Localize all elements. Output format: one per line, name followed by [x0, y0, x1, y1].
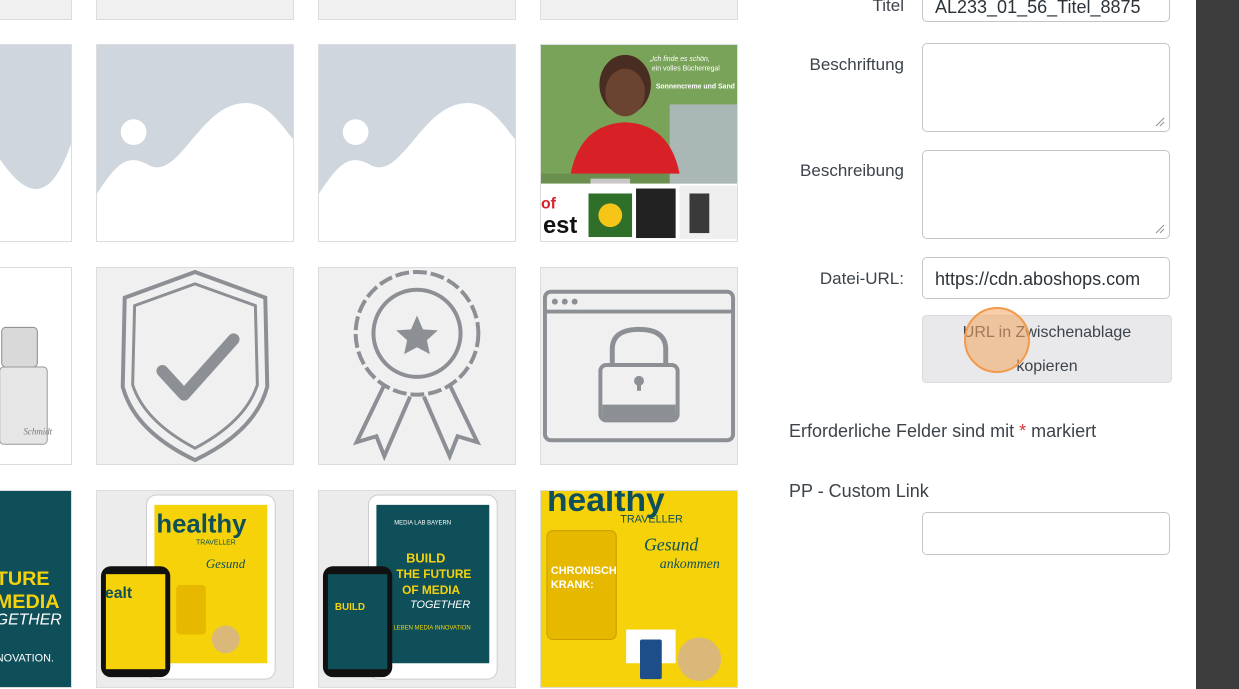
attachment-tile-award[interactable] [318, 267, 516, 465]
resize-handle-icon[interactable] [1155, 117, 1165, 127]
copy-url-button-line2: kopieren [1016, 358, 1078, 375]
custom-link-input[interactable] [922, 512, 1170, 555]
file-url-input[interactable]: https://cdn.aboshops.com [922, 257, 1170, 299]
attachment-tile-placeholder[interactable] [96, 44, 294, 242]
healthy-traveller-cover-image: healthy TRAVELLER Gesund ankommen CHRONI… [541, 491, 737, 687]
lighter-product-image: Schmidt [0, 268, 71, 464]
attachment-tile-secure-browser[interactable] [540, 267, 738, 465]
title-input-value: AL233_01_56_Titel_8875 [935, 0, 1141, 17]
required-fields-note: Erforderliche Felder sind mit * markiert [789, 421, 1096, 442]
description-label: Beschreibung [800, 161, 904, 180]
svg-text:ein volles Bücherregal: ein volles Bücherregal [652, 66, 720, 73]
svg-text:OF MEDIA: OF MEDIA [402, 583, 460, 597]
title-label: Titel [872, 0, 905, 15]
attachment-tile-lighter[interactable]: Schmidt [0, 267, 72, 465]
image-placeholder-icon [319, 45, 515, 241]
svg-text:healthy: healthy [156, 511, 247, 539]
attachment-tile[interactable] [0, 0, 72, 20]
title-input[interactable]: AL233_01_56_Titel_8875 [922, 0, 1170, 22]
modal-edge-backdrop [1196, 0, 1239, 689]
caption-textarea[interactable] [922, 43, 1170, 132]
magazine-spread-image: „Ich finde es schön, ein volles Bücherre… [541, 45, 737, 241]
attachment-tile-media-lab-ipad[interactable]: MEDIA LAB BAYERN BUILD THE FUTURE OF MED… [318, 490, 516, 688]
svg-text:TRAVELLER: TRAVELLER [620, 514, 683, 526]
svg-text:TRAVELLER: TRAVELLER [196, 539, 236, 546]
svg-text:KRANK:: KRANK: [551, 579, 594, 591]
svg-text:MEDIA: MEDIA [0, 591, 60, 613]
svg-text:TOGETHER: TOGETHER [410, 599, 470, 611]
file-url-value: https://cdn.aboshops.com [935, 269, 1141, 289]
attachment-tile-placeholder[interactable] [0, 44, 72, 242]
svg-text:„Ich finde es schön,: „Ich finde es schön, [649, 56, 710, 63]
attachment-tile-media-lab[interactable]: TURE MEDIA GETHER NOVATION. [0, 490, 72, 688]
attachment-tile[interactable] [540, 0, 738, 20]
attachment-tile-shield[interactable] [96, 267, 294, 465]
svg-text:CHRONISCH: CHRONISCH [551, 565, 617, 577]
media-lab-mockup-image: MEDIA LAB BAYERN BUILD THE FUTURE OF MED… [319, 491, 515, 687]
required-star: * [1019, 421, 1027, 441]
svg-text:WIR LEBEN MEDIA INNOVATION: WIR LEBEN MEDIA INNOVATION [380, 626, 470, 632]
award-ribbon-icon [319, 268, 515, 464]
attachment-tile[interactable] [318, 0, 516, 20]
svg-text:MEDIA LAB BAYERN: MEDIA LAB BAYERN [394, 521, 451, 527]
svg-text:BUILD: BUILD [406, 550, 445, 565]
svg-text:Schmidt: Schmidt [23, 426, 52, 436]
svg-text:NOVATION.: NOVATION. [0, 652, 54, 664]
attachment-tile[interactable] [96, 0, 294, 20]
svg-text:est: est [543, 212, 577, 239]
svg-text:Gesund: Gesund [644, 534, 698, 554]
media-lab-poster-image: TURE MEDIA GETHER NOVATION. [0, 491, 71, 687]
svg-text:THE FUTURE: THE FUTURE [396, 567, 471, 581]
copy-url-button[interactable]: URL in Zwischenablage kopieren [922, 315, 1172, 383]
attachment-tile-magazine-spread[interactable]: „Ich finde es schön, ein volles Bücherre… [540, 44, 738, 242]
svg-text:BUILD: BUILD [335, 602, 365, 613]
attachments-grid: „Ich finde es schön, ein volles Bücherre… [0, 0, 760, 689]
file-url-label: Datei-URL: [819, 269, 904, 288]
copy-url-button-line1: URL in Zwischenablage [962, 324, 1132, 341]
image-placeholder-icon [97, 45, 293, 241]
healthy-traveller-mockup-image: healthy TRAVELLER Gesund ealt [97, 491, 293, 687]
attachment-tile-placeholder[interactable] [318, 44, 516, 242]
svg-text:of: of [541, 195, 557, 212]
custom-link-label: PP - Custom Link [789, 481, 929, 501]
svg-text:TURE: TURE [0, 568, 50, 590]
resize-handle-icon[interactable] [1155, 224, 1165, 234]
svg-text:GETHER: GETHER [0, 612, 62, 629]
attachment-tile-healthy-ipad[interactable]: healthy TRAVELLER Gesund ealt [96, 490, 294, 688]
svg-text:ankommen: ankommen [660, 556, 720, 571]
description-textarea[interactable] [922, 150, 1170, 239]
svg-text:ealt: ealt [105, 585, 133, 602]
required-note-suffix: markiert [1031, 421, 1097, 441]
required-note-text: Erforderliche Felder sind mit [789, 421, 1015, 441]
image-placeholder-icon [0, 45, 71, 241]
browser-lock-icon [541, 268, 737, 464]
shield-check-icon [97, 268, 293, 464]
svg-text:Gesund: Gesund [206, 557, 246, 571]
svg-text:Sonnencreme und Sand: Sonnencreme und Sand [656, 84, 735, 91]
click-highlight-indicator [964, 307, 1030, 373]
caption-label: Beschriftung [809, 55, 905, 74]
attachment-tile-healthy-cover[interactable]: healthy TRAVELLER Gesund ankommen CHRONI… [540, 490, 738, 688]
